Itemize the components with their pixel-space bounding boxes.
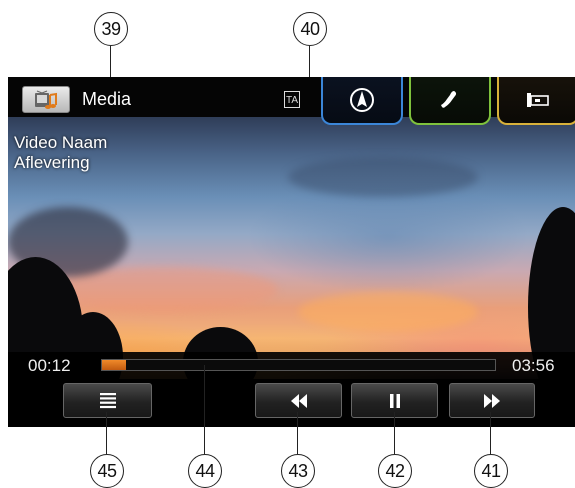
- leader-line-43: [297, 412, 298, 454]
- leader-line-45: [106, 412, 107, 454]
- callout-41: 41: [474, 454, 508, 488]
- rewind-button[interactable]: [255, 383, 342, 418]
- traffic-announcement-badge: TA: [284, 91, 300, 108]
- current-time: 00:12: [28, 356, 71, 375]
- list-icon: [99, 392, 116, 408]
- callout-43: 43: [281, 454, 315, 488]
- tab-navigation[interactable]: [321, 77, 403, 125]
- callout-39: 39: [94, 12, 128, 46]
- leader-line-41: [490, 412, 491, 454]
- leader-line-44: [204, 365, 205, 454]
- page-title: Media: [82, 89, 132, 109]
- callout-44: 44: [188, 454, 222, 488]
- leader-line-42: [394, 412, 395, 454]
- callout-42: 42: [378, 454, 412, 488]
- navigation-icon: [350, 88, 374, 112]
- media-source-icon: [35, 90, 57, 109]
- top-bar: Media TA: [8, 77, 575, 125]
- sky-cloud: [288, 157, 478, 197]
- vehicle-settings-icon: [527, 93, 549, 107]
- fast-forward-icon: [484, 393, 500, 408]
- playlist-button[interactable]: [63, 383, 152, 418]
- video-episode: Aflevering: [14, 153, 90, 172]
- callout-45: 45: [90, 454, 124, 488]
- fast-forward-button[interactable]: [449, 383, 535, 418]
- sky-cloud: [298, 292, 478, 332]
- phone-icon: [441, 91, 457, 108]
- media-source-button[interactable]: [22, 86, 70, 113]
- tab-vehicle-settings[interactable]: [497, 77, 575, 125]
- progress-bar-fill: [102, 360, 126, 370]
- callout-40: 40: [293, 12, 327, 46]
- pause-icon: [389, 393, 400, 408]
- total-time: 03:56: [512, 356, 555, 375]
- video-title: Video Naam: [14, 133, 108, 152]
- progress-bar[interactable]: [101, 359, 496, 371]
- media-screen: Media TA Video Naam Aflevering 00:12 03:…: [8, 77, 575, 427]
- tab-phone[interactable]: [409, 77, 491, 125]
- rewind-icon: [290, 393, 307, 408]
